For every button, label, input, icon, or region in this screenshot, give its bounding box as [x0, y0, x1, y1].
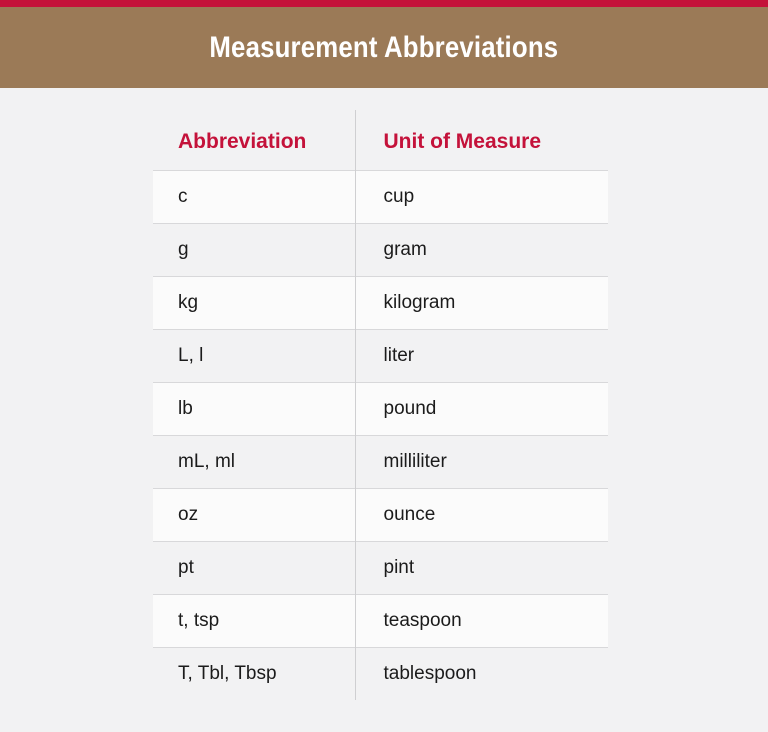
column-header-abbreviation: Abbreviation — [153, 110, 355, 171]
table-row: T, Tbl, Tbsp tablespoon — [153, 647, 608, 700]
table-row: L, l liter — [153, 329, 608, 383]
table-row: lb pound — [153, 382, 608, 436]
table-row: oz ounce — [153, 488, 608, 542]
title-banner: Measurement Abbreviations — [0, 7, 768, 88]
cell-unit: teaspoon — [354, 594, 608, 648]
cell-abbreviation: t, tsp — [153, 594, 355, 648]
cell-abbreviation: lb — [153, 382, 355, 436]
cell-unit: ounce — [354, 488, 608, 542]
table-body: c cup g gram kg kilogram L, l liter lb p… — [153, 170, 608, 700]
cell-abbreviation: kg — [153, 276, 355, 330]
table-container: Abbreviation Unit of Measure c cup g gra… — [153, 110, 608, 700]
cell-unit: cup — [354, 170, 608, 224]
cell-unit: kilogram — [354, 276, 608, 330]
table-row: t, tsp teaspoon — [153, 594, 608, 648]
table-row: mL, ml milliliter — [153, 435, 608, 489]
cell-abbreviation: mL, ml — [153, 435, 355, 489]
cell-unit: pound — [354, 382, 608, 436]
table-row: pt pint — [153, 541, 608, 595]
cell-abbreviation: pt — [153, 541, 355, 595]
cell-unit: milliliter — [354, 435, 608, 489]
cell-abbreviation: c — [153, 170, 355, 224]
column-header-unit-of-measure: Unit of Measure — [354, 110, 608, 171]
measurement-abbreviations-table: Abbreviation Unit of Measure c cup g gra… — [153, 110, 608, 700]
page-root: Measurement Abbreviations Abbreviation U… — [0, 0, 768, 732]
cell-abbreviation: L, l — [153, 329, 355, 383]
cell-unit: liter — [354, 329, 608, 383]
table-row: c cup — [153, 170, 608, 224]
cell-unit: gram — [354, 223, 608, 277]
table-row: kg kilogram — [153, 276, 608, 330]
table-header-row: Abbreviation Unit of Measure — [153, 110, 608, 171]
top-accent-bar — [0, 0, 768, 7]
cell-unit: tablespoon — [354, 647, 608, 700]
cell-abbreviation: g — [153, 223, 355, 277]
cell-unit: pint — [354, 541, 608, 595]
cell-abbreviation: T, Tbl, Tbsp — [153, 647, 355, 700]
cell-abbreviation: oz — [153, 488, 355, 542]
table-row: g gram — [153, 223, 608, 277]
page-title: Measurement Abbreviations — [209, 30, 559, 64]
table-header: Abbreviation Unit of Measure — [153, 110, 608, 171]
